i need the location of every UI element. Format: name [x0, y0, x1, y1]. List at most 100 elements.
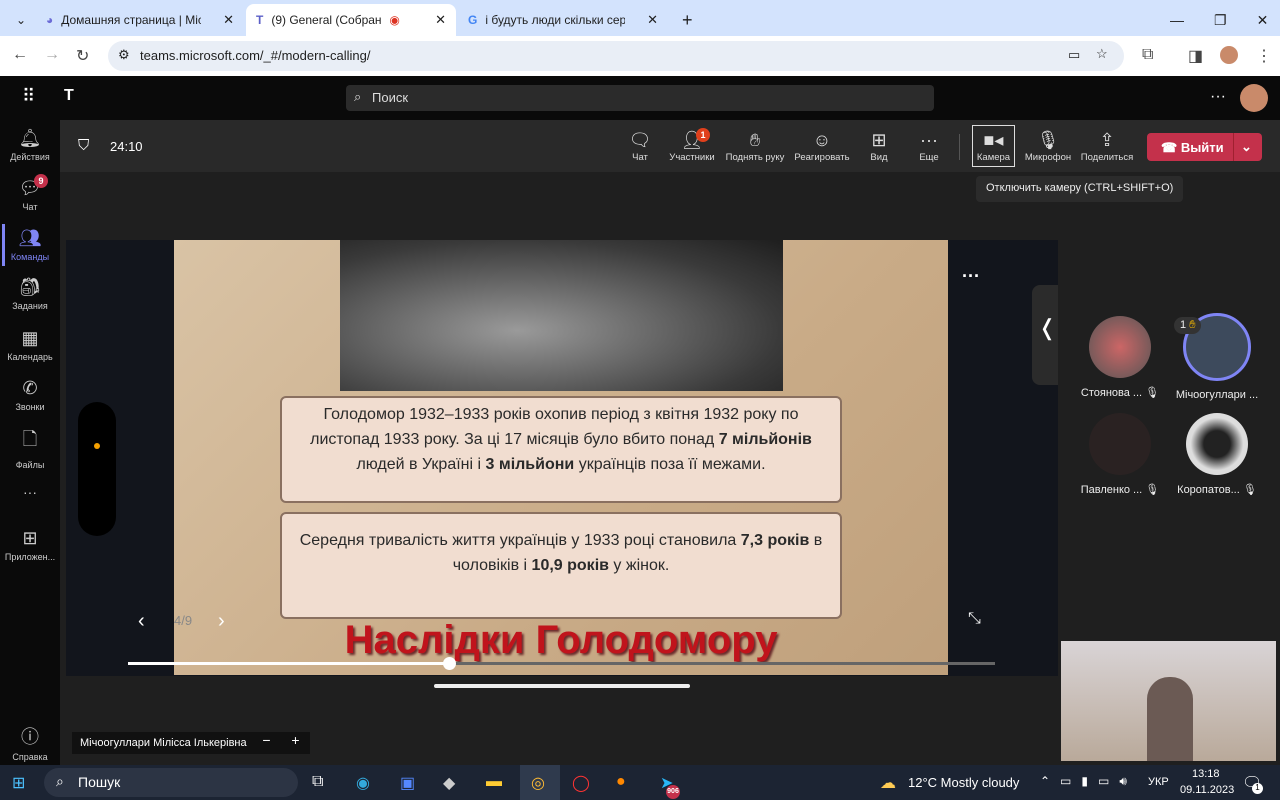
tab-search-button[interactable]: ⌄ [6, 4, 30, 36]
exit-fullscreen-icon[interactable]: ⤡ [968, 610, 981, 628]
sidebar-item-files[interactable]: 🗋 Файлы [0, 427, 60, 470]
react-button[interactable]: ☺ Реагировать [792, 130, 852, 163]
slide-text-segment: українців поза її межами. [574, 456, 766, 473]
slide-progress-fill [128, 662, 449, 665]
star-icon[interactable]: ☆ [1096, 46, 1108, 62]
windows-start-icon[interactable]: ⊞ [12, 773, 25, 793]
apps-icon: ⊞ [22, 528, 38, 548]
chat-button[interactable]: 🗨︎ Чат [612, 130, 668, 163]
phone-icon: ✆ [22, 378, 38, 398]
view-button[interactable]: ⊞ Вид [851, 130, 907, 163]
indicator-dot [94, 443, 100, 449]
user-avatar[interactable] [1240, 84, 1268, 112]
copilot-icon: ◕ [46, 13, 54, 27]
chrome-active[interactable]: ◎ [520, 765, 560, 800]
reaction-rail [78, 402, 116, 536]
more-icon: ··· [920, 130, 938, 150]
prev-slide-icon[interactable]: ‹ [138, 610, 145, 633]
sidebar-item-more[interactable]: ··· [0, 484, 60, 500]
browser-tab[interactable]: ◕Домашняя страница | Microsoft✕ [36, 4, 244, 36]
zoom-out-button[interactable]: − [262, 732, 270, 754]
more-options-icon[interactable]: ··· [962, 266, 980, 287]
collapse-panel-button[interactable]: ❬ [1032, 285, 1058, 385]
scroll-handle[interactable] [434, 684, 690, 688]
restore-icon[interactable]: ❐ [1214, 12, 1227, 29]
profile-avatar[interactable] [1220, 46, 1238, 64]
slide-progress-thumb[interactable] [442, 657, 456, 670]
new-tab-button[interactable]: + [672, 4, 703, 36]
camera-button[interactable]: ■◂ Камера [972, 125, 1015, 167]
google-icon: G [468, 13, 478, 27]
opera-icon[interactable]: ◯ [572, 773, 590, 793]
leave-button[interactable]: ☎ Выйти ⌄ [1147, 133, 1262, 161]
weather-icon: ☁ [880, 775, 896, 792]
firefox-icon[interactable]: ● [616, 773, 626, 791]
chrome-icon: ◎ [531, 775, 545, 792]
app-launcher-icon[interactable]: ⠿ [22, 86, 35, 107]
participant-tile[interactable]: Коропатов... 🎙︎ [1172, 413, 1262, 496]
site-info-icon[interactable]: ⚙ [118, 47, 130, 63]
browser-tab[interactable]: Gі будуть люди скільки серій - ✕ [458, 4, 668, 36]
close-icon[interactable]: ✕ [647, 12, 658, 28]
app-icon[interactable]: ▣ [400, 773, 415, 793]
next-slide-icon[interactable]: › [218, 610, 225, 633]
url-input[interactable]: ⚙ teams.microsoft.com/_#/modern-calling/ … [108, 41, 1124, 71]
teams-icon: 👥︎ [18, 228, 42, 248]
sidebar-item-calls[interactable]: ✆ Звонки [0, 378, 60, 412]
menu-icon[interactable]: ⋮ [1256, 46, 1272, 66]
sidebar-item-chat[interactable]: 💬︎ Чат 9 [0, 174, 60, 212]
sidebar-item-calendar[interactable]: ▦ Календарь [0, 328, 60, 362]
participants-button[interactable]: 👤︎ Участники 1 [664, 128, 720, 163]
slide-progress-track[interactable] [128, 657, 995, 670]
sidebar-item-teams[interactable]: 👥︎ Команды [0, 228, 60, 262]
mic-off-icon: 🎙︎ [1242, 484, 1257, 496]
search-input[interactable]: ⌕ Поиск [346, 85, 934, 111]
participant-tile[interactable]: Мічоогуллари ... 1 ✋︎ [1172, 313, 1262, 401]
sidebar-item-apps[interactable]: ⊞ Приложен... [0, 528, 60, 562]
chat-badge: 9 [34, 174, 48, 188]
hand-icon: ✋︎ [749, 130, 761, 150]
chevron-down-icon[interactable]: ⌄ [1241, 139, 1252, 155]
camera-icon[interactable]: ▭ [1068, 47, 1080, 63]
shield-icon: ⛉ [78, 137, 90, 154]
close-window-icon[interactable]: ✕ [1257, 12, 1269, 29]
taskbar-search[interactable]: ⌕ Пошук [44, 768, 298, 797]
sidebar-item-help[interactable]: ⓘ Справка [0, 723, 60, 762]
reload-icon[interactable]: ↻ [76, 46, 89, 66]
app-icon[interactable]: ◆ [443, 773, 455, 793]
forward-icon[interactable]: → [44, 46, 60, 64]
close-icon[interactable]: ✕ [435, 12, 446, 28]
sidebar-item-activity[interactable]: 🔔︎ Действия [0, 128, 60, 162]
help-icon: ⓘ [21, 727, 39, 747]
microphone-button[interactable]: 🎙︎ Микрофон [1020, 130, 1076, 163]
teams-icon: T [256, 13, 264, 27]
zoom-in-button[interactable]: + [291, 732, 299, 754]
minimize-icon[interactable]: — [1170, 12, 1184, 28]
clock-date[interactable]: 09.11.2023 [1180, 784, 1234, 796]
browser-tab-active[interactable]: T(9) General (Собрание) | Mi◉✕ [246, 4, 456, 36]
extensions-icon[interactable]: ⧉ [1142, 46, 1153, 64]
participant-tile[interactable]: Павленко ... 🎙︎ [1075, 413, 1165, 496]
participant-tile[interactable]: Стоянова ... 🎙︎ [1075, 316, 1165, 399]
recording-icon: ◉ [389, 13, 400, 27]
more-button[interactable]: ··· Еще [901, 130, 957, 163]
weather-text[interactable]: 12°C Mostly cloudy [908, 775, 1019, 790]
back-icon[interactable]: ← [12, 46, 28, 64]
slide-text-segment: Середня тривалість життя українців у 193… [299, 532, 741, 549]
system-tray-icons[interactable]: ⌃▭▮▭🔊︎ [1040, 774, 1137, 789]
file-explorer-icon[interactable]: ▬ [486, 773, 502, 791]
slide-title: Наслідки Голодомору [344, 618, 778, 662]
share-button[interactable]: ⇪ Поделиться [1078, 130, 1136, 163]
chat-icon: 💬︎ [18, 178, 42, 198]
meeting-timer: 24:10 [110, 139, 143, 154]
sidebar-item-assignments[interactable]: 🎒︎ Задания [0, 277, 60, 311]
edge-icon[interactable]: ◉ [356, 773, 370, 793]
close-icon[interactable]: ✕ [223, 12, 234, 28]
task-view-icon[interactable]: ⧉ [312, 773, 323, 791]
raise-hand-button[interactable]: ✋︎ Поднять руку [722, 130, 788, 163]
more-options-icon[interactable]: ··· [1210, 88, 1226, 106]
sidepanel-icon[interactable]: ◨ [1188, 46, 1203, 66]
file-icon: 🗋 [22, 429, 38, 449]
clock-time[interactable]: 13:18 [1192, 768, 1220, 780]
language-indicator[interactable]: УКР [1148, 776, 1169, 788]
